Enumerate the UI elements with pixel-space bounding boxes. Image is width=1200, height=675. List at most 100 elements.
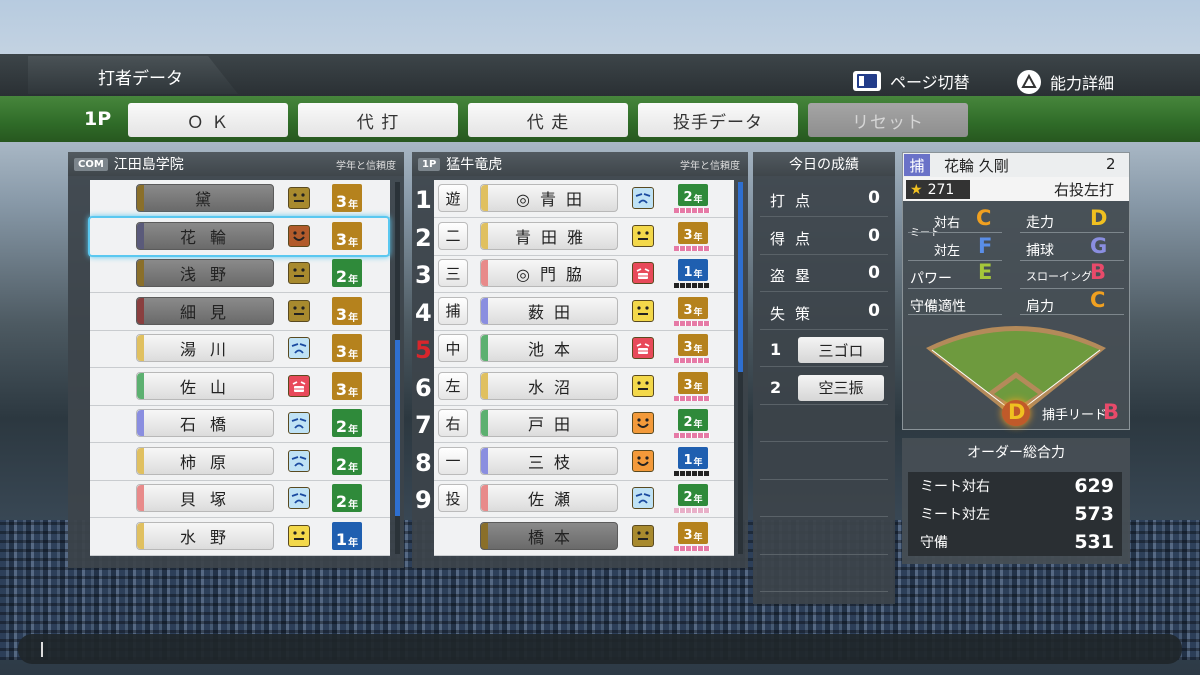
player-name: 黛 [136, 184, 274, 212]
player-name: 浅野 [136, 259, 274, 287]
field-position: 遊 [438, 184, 468, 212]
pinch-run-button[interactable]: 代 走 [468, 103, 628, 137]
player-indicator: 1P [84, 108, 112, 130]
condition-face-icon [632, 224, 654, 247]
message-bar [18, 634, 1182, 664]
today-stat-row: 打点 0 [760, 180, 888, 217]
pinch-hit-button[interactable]: 代 打 [298, 103, 458, 137]
condition-face-icon [288, 299, 310, 322]
ability-detail-hint[interactable]: 能力詳細 [1016, 69, 1114, 95]
pitcher-data-button[interactable]: 投手データ [638, 103, 798, 137]
stat-label: 盗塁 [770, 267, 821, 285]
left-scrollbar[interactable] [395, 182, 400, 554]
ability-detail-label: 能力詳細 [1050, 74, 1115, 93]
order-title: オーダー総合力 [967, 445, 1065, 461]
star-icon: ★ [910, 181, 923, 198]
my-player-row[interactable]: 三 ◎門脇 1 年 [434, 255, 734, 293]
cpu-player-row[interactable]: 細見 3 年 [90, 293, 390, 331]
col-header: 学年と信頼度 [336, 161, 396, 172]
page-switch-label: ページ切替 [890, 73, 970, 92]
condition-face-icon [288, 487, 310, 509]
grade-badge: 1年 [332, 521, 362, 550]
order-total-label: 守備 [920, 535, 948, 551]
today-stat-row: 盗塁 0 [760, 255, 888, 292]
vs-left-label: 対左 [934, 244, 961, 259]
condition-face-icon [288, 337, 310, 359]
trust-meter [674, 358, 710, 363]
cpu-player-row[interactable]: 貝塚 2 年 [90, 480, 390, 518]
page-switch-hint[interactable]: ページ切替 [852, 69, 970, 93]
order-total-value: 629 [1074, 475, 1114, 497]
condition-face-icon [288, 412, 310, 434]
col-header: 学年と信頼度 [680, 161, 740, 172]
player-name: 貝塚 [136, 484, 274, 512]
player-name: 石橋 [136, 409, 274, 437]
my-player-row[interactable]: 橋本 3 年 [434, 518, 734, 556]
my-player-row[interactable]: 二青田雅 3 年 [434, 218, 734, 256]
catch-label: 捕球 [1026, 243, 1054, 259]
vs-left-grade: F [978, 234, 993, 258]
catcher-lead-grade: B [1103, 400, 1120, 424]
power-grade: E [978, 260, 993, 284]
cpu-player-row[interactable]: 浅野 2 年 [90, 255, 390, 293]
my-player-row[interactable]: 投佐瀬 2 年 [434, 480, 734, 518]
player-name: 三枝 [480, 446, 618, 475]
batting-order-number: 5 [415, 336, 432, 364]
field-position: 捕 [438, 296, 468, 325]
condition-face-icon [632, 412, 654, 434]
stat-value: 0 [868, 188, 880, 208]
vs-right-label: 対右 [934, 216, 961, 231]
cpu-player-row[interactable]: 石橋 2 年 [90, 405, 390, 443]
condition-face-icon [288, 262, 310, 284]
condition-face-icon [632, 524, 654, 547]
condition-face-icon [288, 524, 310, 547]
player-name: 戸田 [480, 409, 618, 437]
throwing-label: スローイング [1026, 270, 1092, 283]
trust-meter [674, 395, 710, 401]
grade-badge: 3年 [678, 334, 708, 356]
grade-badge: 2年 [332, 446, 362, 475]
batting-order-number: 3 [415, 261, 432, 289]
my-player-row[interactable]: 右戸田 2 年 [434, 405, 734, 443]
fielding-fitness-label: 守備適性 [910, 299, 966, 315]
condition-face-icon [632, 449, 654, 472]
arm-label: 肩力 [1026, 299, 1054, 315]
grade-badge: 2年 [678, 184, 708, 206]
stat-label: 打点 [770, 192, 821, 210]
cpu-player-row[interactable]: 柿原 2 年 [90, 443, 390, 481]
ok-button[interactable]: Ｏ Ｋ [128, 103, 288, 137]
order-total-label: ミート対右 [920, 479, 990, 495]
grade-badge: 3年 [678, 371, 708, 394]
cpu-player-row[interactable]: 水野 1 年 [90, 518, 390, 556]
selection-cursor [88, 215, 390, 257]
player-name: 細見 [136, 296, 274, 325]
arm-grade: C [1090, 288, 1106, 312]
touchpad-icon [852, 70, 882, 92]
my-player-row[interactable]: 捕薮田 3 年 [434, 293, 734, 331]
grade-badge: 2年 [678, 484, 708, 506]
condition-face-icon [288, 374, 310, 397]
player-name: 青田雅 [480, 221, 618, 250]
my-player-row[interactable]: 遊 ◎青田 2 年 [434, 180, 734, 218]
condition-face-icon [632, 374, 654, 397]
my-player-row[interactable]: 中池本 3 年 [434, 330, 734, 368]
my-player-row[interactable]: 一三枝 1 年 [434, 443, 734, 481]
condition-face-icon [632, 487, 654, 509]
today-title: 今日の成績 [789, 157, 859, 173]
grade-badge: 2年 [332, 484, 362, 512]
order-total-row: ミート対左 573 [908, 500, 1122, 528]
batting-order-number: 6 [415, 373, 432, 402]
stat-label: 得点 [770, 229, 821, 248]
reset-button: リセット [808, 103, 968, 137]
speed-label: 走力 [1026, 215, 1054, 231]
catcher-lead-label: 捕手リード [1042, 408, 1108, 423]
field-position: 三 [438, 259, 468, 287]
cpu-player-row[interactable]: 湯川 3 年 [90, 330, 390, 368]
cpu-player-row[interactable]: 花輪 3 年 [88, 215, 390, 257]
cpu-player-row[interactable]: 黛 3年 [90, 180, 390, 218]
grade-badge: 3年 [332, 184, 362, 212]
field-position: 一 [438, 446, 468, 475]
cpu-player-row[interactable]: 佐山 3 年 [90, 368, 390, 406]
mid-scrollbar[interactable] [738, 182, 743, 554]
my-player-row[interactable]: 左水沼 3 年 [434, 368, 734, 406]
